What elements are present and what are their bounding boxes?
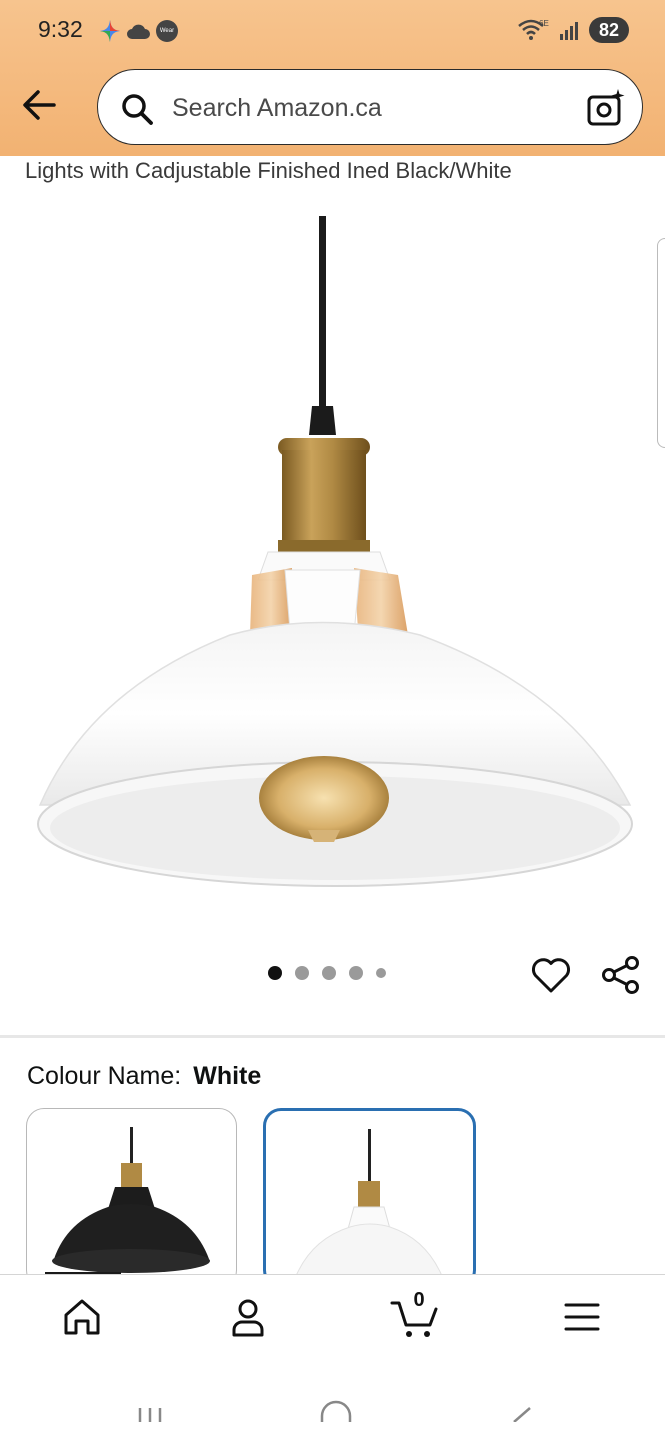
signal-icon bbox=[560, 22, 578, 40]
carousel-dot[interactable] bbox=[295, 966, 309, 980]
battery-indicator: 82 bbox=[589, 17, 629, 43]
bottom-navigation bbox=[0, 1274, 665, 1360]
status-icons-right: 6E 82 bbox=[517, 17, 629, 43]
share-icon[interactable] bbox=[600, 954, 642, 996]
account-icon[interactable] bbox=[224, 1293, 272, 1341]
wear-icon: Wear bbox=[156, 20, 178, 42]
carousel-dot[interactable] bbox=[322, 966, 336, 980]
search-input[interactable] bbox=[172, 88, 572, 128]
gemini-sparkle-icon bbox=[100, 20, 120, 42]
side-panel-tab[interactable] bbox=[657, 238, 665, 448]
carousel-dot[interactable] bbox=[349, 966, 363, 980]
system-navigation bbox=[0, 1360, 665, 1440]
colour-swatch-black[interactable] bbox=[26, 1108, 237, 1288]
colour-swatch-white-selected[interactable] bbox=[263, 1108, 476, 1288]
product-image[interactable] bbox=[30, 210, 635, 900]
status-time: 9:32 bbox=[38, 16, 83, 42]
cloud-icon bbox=[127, 24, 150, 39]
product-title: Lights with Cadjustable Finished Ined Bl… bbox=[25, 158, 512, 183]
wishlist-heart-icon[interactable] bbox=[530, 954, 572, 996]
search-icon bbox=[122, 94, 153, 125]
home-icon[interactable] bbox=[58, 1293, 106, 1341]
colour-name-label: Colour Name: bbox=[27, 1062, 182, 1090]
white-lamp-thumbnail bbox=[295, 1129, 443, 1277]
status-bar: 9:32 Wear 6E 82 bbox=[0, 0, 665, 62]
recents-icon[interactable] bbox=[130, 1382, 170, 1422]
svg-text:6E: 6E bbox=[539, 19, 549, 28]
home-pill-icon[interactable] bbox=[316, 1382, 356, 1422]
carousel-dot-active[interactable] bbox=[268, 966, 282, 980]
app-header: 9:32 Wear 6E 82 Search Amazon.ca bbox=[0, 0, 665, 156]
back-arrow-icon[interactable] bbox=[18, 84, 60, 126]
menu-icon[interactable] bbox=[558, 1293, 606, 1341]
cart-count-badge: 0 bbox=[413, 1289, 425, 1311]
black-lamp-thumbnail bbox=[52, 1127, 210, 1273]
back-icon[interactable] bbox=[502, 1382, 542, 1422]
section-divider bbox=[0, 1035, 665, 1038]
carousel-dot[interactable] bbox=[376, 968, 386, 978]
image-carousel-dots bbox=[268, 966, 386, 980]
colour-name-row: Colour Name: White bbox=[27, 1062, 261, 1091]
wifi-6e-icon: 6E bbox=[518, 19, 549, 40]
colour-name-value: White bbox=[193, 1062, 262, 1090]
search-bar[interactable] bbox=[97, 69, 643, 145]
status-icons-left: Wear bbox=[100, 20, 178, 42]
camera-search-icon[interactable] bbox=[586, 88, 626, 128]
